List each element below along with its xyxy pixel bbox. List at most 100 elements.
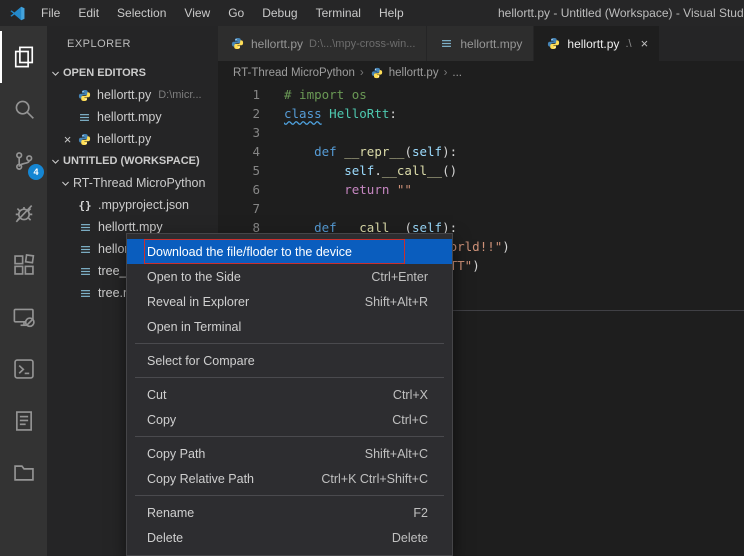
code-line: 7 (218, 199, 744, 218)
code-token: # import os (284, 87, 367, 102)
code-text: def __repr__(self): (284, 142, 457, 161)
menu-item-label: Rename (147, 506, 194, 520)
code-token: return (344, 182, 389, 197)
menu-go[interactable]: Go (219, 0, 253, 26)
chevron-down-icon (47, 67, 63, 80)
tree-item[interactable]: {}.mpyproject.json (47, 194, 218, 216)
workspace-header[interactable]: UNTITLED (WORKSPACE) (47, 150, 218, 172)
menu-item-shortcut: F2 (413, 506, 428, 520)
search-icon[interactable] (0, 83, 47, 135)
folder-rt-thread-micropython[interactable]: RT-Thread MicroPython (47, 172, 218, 194)
chevron-down-icon (47, 155, 63, 168)
python-file-icon (545, 36, 561, 52)
menu-item-shortcut: Ctrl+X (393, 388, 428, 402)
menu-file[interactable]: File (32, 0, 69, 26)
list-file-icon (77, 263, 93, 279)
open-editor-item[interactable]: hellortt.pyD:\micr... (47, 84, 218, 106)
terminal-icon[interactable] (0, 343, 47, 395)
context-menu-item[interactable]: Cut Ctrl+X (127, 382, 452, 407)
context-menu-item[interactable]: DeleteDelete (127, 525, 452, 550)
code-token: () (442, 163, 457, 178)
code-line: 5 self.__call__() (218, 161, 744, 180)
vscode-window: FileEditSelectionViewGoDebugTerminalHelp… (0, 0, 744, 556)
editor-tab[interactable]: hellortt.pyD:\...\mpy-cross-win... (218, 26, 427, 61)
menu-help[interactable]: Help (370, 0, 413, 26)
extensions-icon[interactable] (0, 239, 47, 291)
code-token: def (314, 144, 337, 159)
menu-terminal[interactable]: Terminal (307, 0, 370, 26)
breadcrumb-label: RT-Thread MicroPython (233, 67, 355, 79)
code-line: 6 return "" (218, 180, 744, 199)
menu-selection[interactable]: Selection (108, 0, 175, 26)
editor-tab[interactable]: hellortt.py.\× (534, 26, 660, 61)
context-menu-item[interactable]: Reveal in ExplorerShift+Alt+R (127, 289, 452, 314)
code-token (284, 163, 344, 178)
breadcrumb-item[interactable]: hellortt.py (369, 65, 439, 81)
menu-debug[interactable]: Debug (253, 0, 306, 26)
context-menu-item[interactable]: Select for Compare (127, 348, 452, 373)
breadcrumb-label: ... (452, 67, 462, 79)
tab-label: hellortt.py (567, 37, 619, 51)
list-file-icon (77, 219, 93, 235)
file-name: hellortt.mpy (98, 220, 163, 234)
menu-item-shortcut: Shift+Alt+C (365, 447, 428, 461)
badge-count: 4 (28, 164, 44, 180)
explorer-icon[interactable] (0, 31, 47, 83)
python-file-icon (369, 65, 385, 81)
list-file-icon (76, 109, 92, 125)
context-menu-item[interactable]: Download the file/floder to the device (127, 239, 452, 264)
list-file-icon (77, 285, 93, 301)
list-file-icon (438, 36, 454, 52)
breadcrumb-item[interactable]: RT-Thread MicroPython (233, 67, 355, 79)
tab-close-icon[interactable]: × (641, 36, 649, 51)
open-editor-item[interactable]: ×hellortt.py (47, 128, 218, 150)
menu-item-shortcut: Ctrl+K Ctrl+Shift+C (321, 472, 428, 486)
open-editors-header[interactable]: OPEN EDITORS (47, 62, 218, 84)
tab-bar: hellortt.pyD:\...\mpy-cross-win...hellor… (218, 26, 744, 61)
title-bar: FileEditSelectionViewGoDebugTerminalHelp… (0, 0, 744, 26)
code-text: return "" (284, 180, 412, 199)
code-text: class HelloRtt: (284, 104, 397, 123)
chevron-down-icon (57, 177, 73, 190)
menu-edit[interactable]: Edit (69, 0, 108, 26)
context-menu-item[interactable]: Rename F2 (127, 500, 452, 525)
menu-item-label: Copy Path (147, 447, 205, 461)
menu-item-label: Copy Relative Path (147, 472, 254, 486)
vscode-logo-icon (9, 5, 26, 22)
open-editors-list: hellortt.pyD:\micr...hellortt.mpy×hellor… (47, 84, 218, 150)
line-number: 1 (218, 85, 260, 104)
source-control-icon[interactable]: 4 (0, 135, 47, 187)
remote-device-icon[interactable] (0, 291, 47, 343)
code-token: __call__ (382, 163, 442, 178)
menu-item-label: Open to the Side (147, 270, 241, 284)
menu-item-shortcut: Shift+Alt+R (365, 295, 428, 309)
folder-icon[interactable] (0, 447, 47, 499)
file-name: hellortt.py (97, 88, 151, 102)
menu-view[interactable]: View (175, 0, 219, 26)
menu-item-label: Cut (147, 388, 166, 402)
context-menu-item[interactable]: CopyCtrl+C (127, 407, 452, 432)
context-menu-item[interactable]: Open to the SideCtrl+Enter (127, 264, 452, 289)
tab-detail: D:\...\mpy-cross-win... (309, 38, 415, 50)
output-icon[interactable] (0, 395, 47, 447)
code-text: # import os (284, 85, 367, 104)
code-line: 2class HelloRtt: (218, 104, 744, 123)
code-line: 1 # import os (218, 85, 744, 104)
menubar: FileEditSelectionViewGoDebugTerminalHelp (32, 0, 413, 26)
menu-item-label: Copy (147, 413, 176, 427)
code-token (284, 144, 314, 159)
context-menu-item[interactable]: Open in Terminal (127, 314, 452, 339)
python-file-icon (229, 36, 245, 52)
debug-icon[interactable] (0, 187, 47, 239)
breadcrumb: RT-Thread MicroPython›hellortt.py›... (218, 61, 744, 84)
context-menu-item[interactable]: Copy Relative Path Ctrl+K Ctrl+Shift+C (127, 466, 452, 491)
open-editor-item[interactable]: hellortt.mpy (47, 106, 218, 128)
close-icon[interactable]: × (59, 132, 76, 147)
breadcrumb-item[interactable]: ... (452, 67, 462, 79)
code-token (284, 182, 344, 197)
json-file-icon: {} (77, 197, 93, 213)
editor-tab[interactable]: hellortt.mpy (427, 26, 534, 61)
context-menu-item[interactable]: Copy Path Shift+Alt+C (127, 441, 452, 466)
menu-item-shortcut: Delete (392, 531, 428, 545)
code-token: ) (472, 258, 480, 273)
